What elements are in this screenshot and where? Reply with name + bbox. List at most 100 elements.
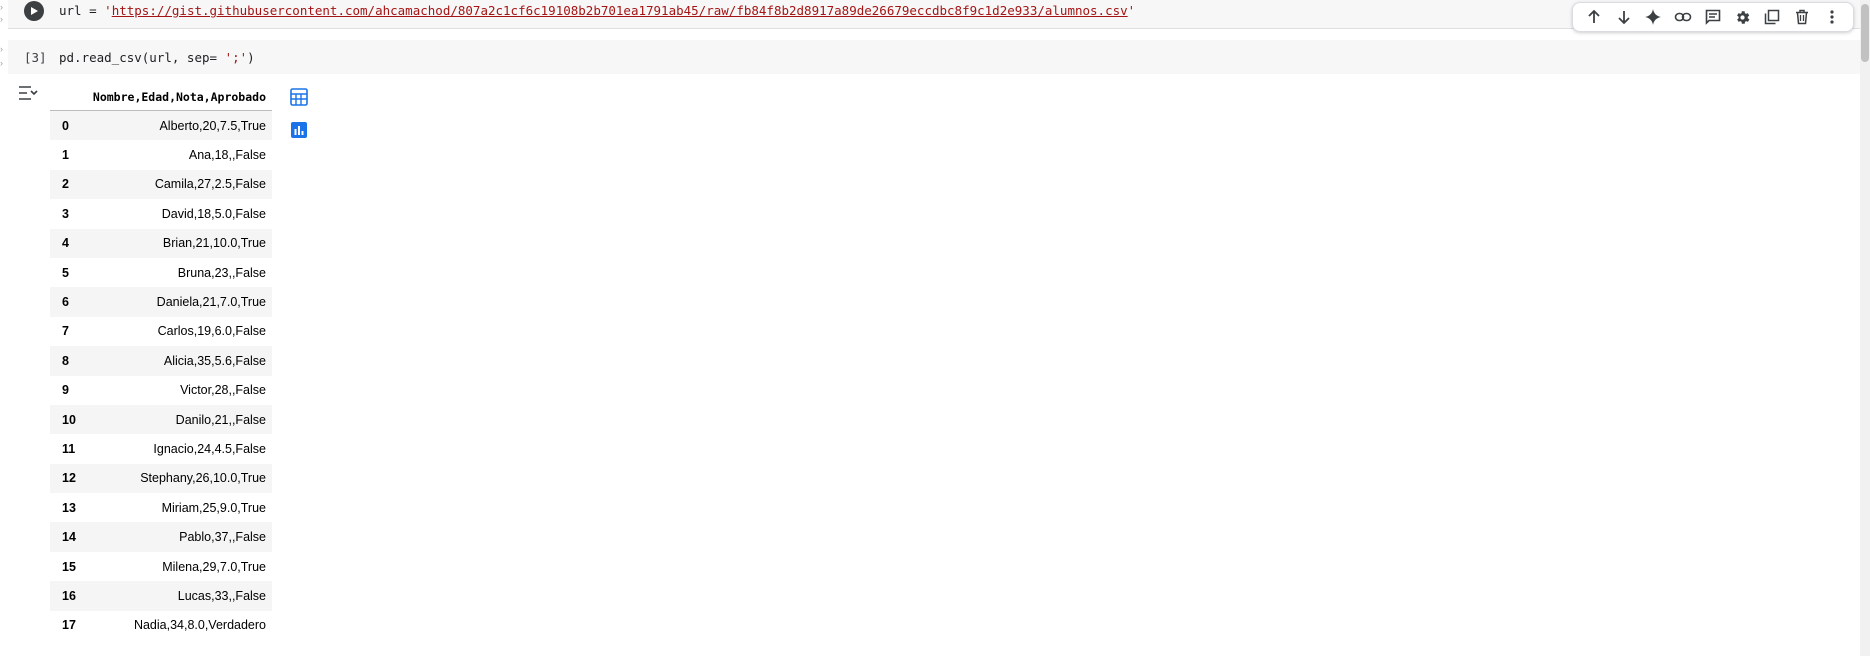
code-line-read-csv[interactable]: pd.read_csv(url, sep= ';') — [59, 50, 255, 65]
gutter-mark-mid: › — [0, 14, 3, 24]
table-row: 17 Nadia,34,8.0,Verdadero — [50, 611, 272, 640]
gemini-sparkle-icon — [1645, 9, 1662, 25]
code-cell-read-csv[interactable]: [3] pd.read_csv(url, sep= ';') — [8, 40, 1860, 74]
code-close-paren: ) — [247, 50, 255, 65]
more-vert-icon — [1830, 10, 1834, 24]
column-header: Nombre,Edad,Nota,Aprobado — [90, 84, 272, 111]
dataframe-output: Nombre,Edad,Nota,Aprobado 0 Alberto,20,7.… — [50, 84, 272, 640]
table-row: 6 Daniela,21,7.0,True — [50, 287, 272, 317]
link-icon — [1674, 12, 1692, 22]
suggest-charts-button[interactable] — [287, 118, 311, 142]
row-index: 11 — [62, 441, 76, 456]
row-index: 5 — [62, 265, 69, 280]
row-index: 13 — [62, 500, 76, 515]
table-row: 1 Ana,18,,False — [50, 140, 272, 169]
mirror-cell-button[interactable] — [1760, 5, 1784, 29]
row-index: 8 — [50, 346, 90, 376]
row-index: 17 — [62, 618, 76, 633]
arrow-down-icon — [1618, 11, 1630, 25]
run-cell-button[interactable] — [24, 1, 44, 21]
more-actions-button[interactable] — [1820, 5, 1844, 29]
table-header-row: Nombre,Edad,Nota,Aprobado — [50, 84, 272, 111]
interactive-table-button[interactable] — [287, 85, 311, 109]
move-cell-up-button[interactable] — [1582, 5, 1606, 29]
comment-icon — [1705, 9, 1721, 25]
index-header — [50, 84, 90, 111]
bar-chart-icon — [291, 122, 307, 138]
table-row: 12 Stephany,26,10.0,True — [50, 463, 272, 494]
row-value: Miriam,25,9.0,True — [161, 500, 266, 515]
table-row: 4 Brian,21,10.0,True — [50, 228, 272, 258]
cell-toolbar — [1572, 2, 1854, 32]
table-row: 5 Bruna,23,,False — [50, 258, 272, 287]
row-value: Ana,18,,False — [188, 148, 266, 163]
execution-count: [3] — [24, 50, 47, 65]
arrow-up-icon — [1588, 9, 1600, 23]
code-call: pd.read_csv(url, sep= — [59, 50, 225, 65]
row-index: 4 — [50, 228, 90, 258]
table-row: 11 Ignacio,24,4.5,False — [50, 434, 272, 463]
table-row: 16 Lucas,33,,False — [50, 581, 272, 611]
quote-open: ' — [104, 3, 112, 18]
output-actions-button[interactable] — [17, 83, 39, 103]
row-value: Victor,28,,False — [180, 383, 266, 398]
row-index: 3 — [62, 206, 69, 221]
row-value: Nadia,34,8.0,Verdadero — [133, 618, 266, 633]
table-row: 7 Carlos,19,6.0,False — [50, 317, 272, 346]
dataframe-table: Nombre,Edad,Nota,Aprobado 0 Alberto,20,7.… — [50, 84, 272, 640]
code-line-url[interactable]: url = 'https://gist.githubusercontent.co… — [59, 3, 1135, 18]
table-row: 8 Alicia,35,5.6,False — [50, 346, 272, 376]
table-icon — [290, 88, 308, 106]
row-index: 16 — [50, 581, 90, 611]
row-index: 12 — [50, 463, 90, 494]
table-row: 0 Alberto,20,7.5,True — [50, 110, 272, 141]
add-comment-button[interactable] — [1701, 5, 1725, 29]
code-prefix: url = — [59, 3, 105, 18]
row-value: Lucas,33,,False — [90, 581, 272, 611]
row-index: 10 — [50, 404, 90, 435]
table-row: 2 Camila,27,2.5,False — [50, 169, 272, 200]
row-value: David,18,5.0,False — [161, 206, 266, 221]
row-index: 7 — [62, 324, 69, 339]
gutter-mark-top: › — [0, 2, 3, 12]
table-row: 9 Victor,28,,False — [50, 376, 272, 405]
row-value: Danilo,21,,False — [90, 404, 272, 435]
mirror-cell-icon — [1765, 9, 1780, 25]
cell-settings-button[interactable] — [1731, 5, 1755, 29]
delete-cell-button[interactable] — [1790, 5, 1814, 29]
quote-close: ' — [1127, 3, 1136, 18]
gutter-mark-cell2b: › — [0, 58, 3, 68]
row-value: Stephany,26,10.0,True — [90, 463, 272, 494]
csv-url-link[interactable]: https://gist.githubusercontent.com/ahcam… — [112, 3, 1128, 18]
notebook-page: › › › › url = 'https://gist.githubuserco… — [0, 0, 1870, 656]
row-index: 0 — [50, 110, 90, 141]
table-row: 3 David,18,5.0,False — [50, 199, 272, 228]
scrollbar-thumb[interactable] — [1861, 4, 1869, 62]
table-row: 10 Danilo,21,,False — [50, 404, 272, 435]
row-value: Carlos,19,6.0,False — [157, 324, 266, 339]
table-row: 13 Miriam,25,9.0,True — [50, 493, 272, 522]
copy-link-button[interactable] — [1671, 5, 1695, 29]
row-value: Ignacio,24,4.5,False — [153, 441, 266, 456]
code-sep-string: ';' — [224, 50, 248, 65]
vertical-scrollbar[interactable] — [1860, 0, 1870, 656]
row-value: Bruna,23,,False — [177, 265, 266, 280]
row-value: Milena,29,7.0,True — [162, 559, 266, 574]
row-value: Daniela,21,7.0,True — [90, 287, 272, 317]
row-value: Brian,21,10.0,True — [90, 228, 272, 258]
play-icon — [31, 7, 38, 15]
gemini-button[interactable] — [1641, 5, 1665, 29]
gear-icon — [1737, 10, 1750, 24]
row-value: Camila,27,2.5,False — [90, 169, 272, 200]
table-body: 0 Alberto,20,7.5,True 1 Ana,18,,False 2 Camil… — [50, 110, 272, 641]
row-index: 14 — [50, 522, 90, 552]
row-value: Alberto,20,7.5,True — [90, 110, 272, 141]
row-index: 6 — [50, 287, 90, 317]
row-index: 15 — [62, 559, 76, 574]
output-toggle-icon — [19, 86, 38, 100]
row-index: 9 — [62, 383, 69, 398]
row-value: Alicia,35,5.6,False — [90, 346, 272, 376]
move-cell-down-button[interactable] — [1612, 5, 1636, 29]
trash-icon — [1796, 9, 1809, 25]
gutter-mark-cell2a: › — [0, 44, 3, 54]
